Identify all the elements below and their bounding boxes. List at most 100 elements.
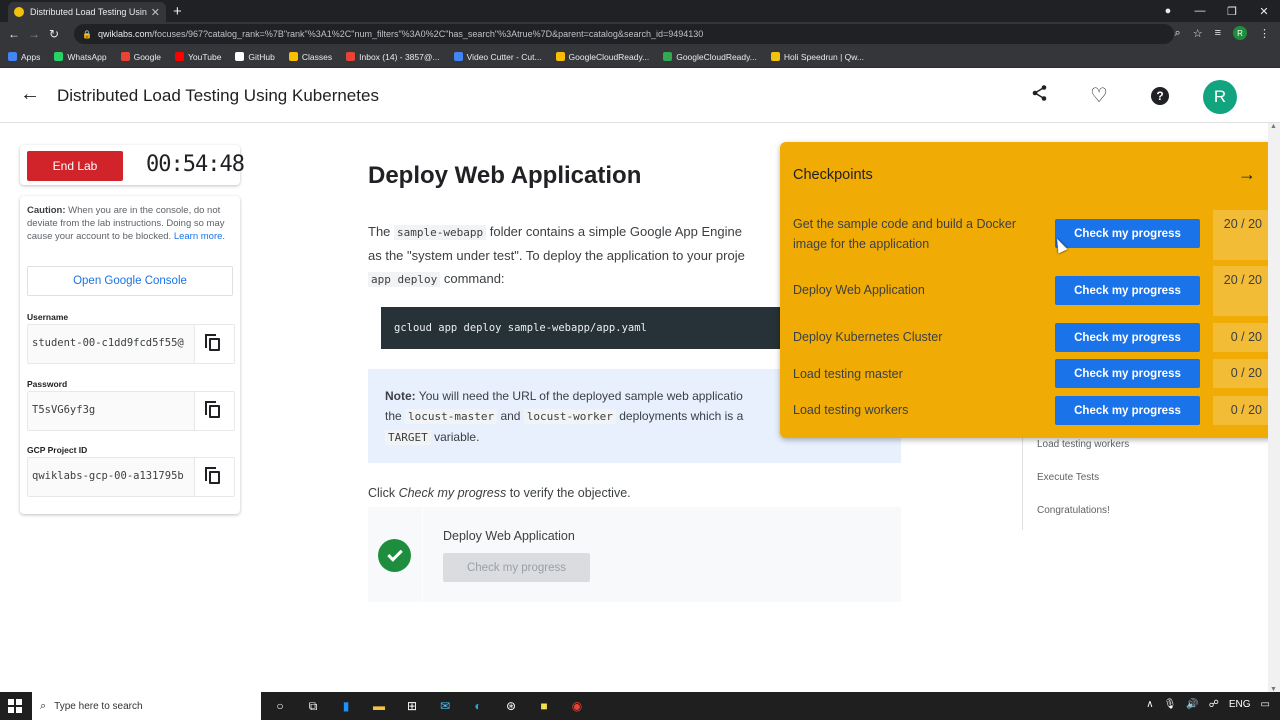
note-body: deployments which is a xyxy=(615,409,744,423)
file-explorer-icon[interactable]: ▬ xyxy=(369,697,389,715)
check-progress-button-5[interactable]: Check my progress xyxy=(1055,396,1200,425)
toc-item-congratulations[interactable]: Congratulations! xyxy=(1037,505,1110,516)
bookmark-label: GoogleCloudReady... xyxy=(676,51,757,62)
microphone-icon[interactable]: 🎙 xyxy=(1164,699,1177,710)
note-body: You will need the URL of the deployed sa… xyxy=(415,389,743,403)
note-text: Note: You will need the URL of the deplo… xyxy=(385,386,785,448)
minimize-icon[interactable]: — xyxy=(1184,5,1216,17)
window-controls: ● — ❐ ✕ xyxy=(1152,0,1280,22)
password-field[interactable]: T5sVG6yf3g xyxy=(27,391,235,431)
url-domain: qwiklabs.com xyxy=(97,29,152,39)
address-bar-row: ← → ↻ 🔒 qwiklabs.com /focuses/967?catalo… xyxy=(0,22,1280,46)
browser-tab-active[interactable]: Distributed Load Testing Using K ✕ xyxy=(8,2,166,22)
bookmarks-bar: Apps WhatsApp Google YouTube GitHub Classes In… xyxy=(0,46,1280,68)
close-window-icon[interactable]: ✕ xyxy=(1248,5,1280,18)
user-avatar[interactable]: R xyxy=(1203,80,1237,114)
checkpoint-score: 20 / 20 xyxy=(1213,210,1268,260)
password-value: T5sVG6yf3g xyxy=(32,404,96,416)
code-block[interactable]: gcloud app deploy sample-webapp/app.yaml xyxy=(381,307,801,349)
back-nav-icon[interactable]: ← xyxy=(4,27,24,41)
bookmark-item[interactable]: YouTube xyxy=(175,52,221,62)
check-progress-button-4[interactable]: Check my progress xyxy=(1055,359,1200,388)
cortana-icon[interactable]: ○ xyxy=(270,697,290,715)
username-field[interactable]: student-00-c1dd9fcd5f55@ xyxy=(27,324,235,364)
bookmark-item[interactable]: GoogleCloudReady... xyxy=(555,51,650,62)
arrow-right-icon[interactable]: → xyxy=(1238,164,1256,185)
taskbar-search-input[interactable]: ⌕ Type here to search xyxy=(32,692,261,720)
back-arrow-icon[interactable]: ← xyxy=(20,83,40,106)
bookmark-item[interactable]: WhatsApp xyxy=(54,52,107,62)
check-progress-button-disabled[interactable]: Check my progress xyxy=(443,553,590,582)
media-icon[interactable]: ≡ xyxy=(1215,27,1221,39)
bookmark-label: Video Cutter - Cut... xyxy=(466,51,542,62)
bookmark-item[interactable]: GitHub xyxy=(235,52,275,62)
zoom-icon[interactable]: ⌕ xyxy=(1175,27,1181,40)
end-lab-button[interactable]: End Lab xyxy=(27,151,123,181)
bookmark-favicon-icon xyxy=(235,52,245,61)
profile-avatar[interactable]: R xyxy=(1233,26,1247,40)
bookmark-item[interactable]: GoogleCloudReady... xyxy=(663,52,757,62)
tray-chevron-icon[interactable]: ∧ xyxy=(1146,699,1153,710)
store-icon[interactable]: ⊞ xyxy=(402,697,422,715)
restore-icon[interactable]: ❐ xyxy=(1216,5,1248,18)
bookmark-item[interactable]: Holi Speedrun | Qw... xyxy=(770,52,864,62)
bookmark-item[interactable]: Inbox (14) - 3857@... xyxy=(346,52,440,62)
checkpoint-label: Load testing workers xyxy=(793,403,909,417)
sticky-notes-icon[interactable]: ■ xyxy=(534,697,554,715)
volume-icon[interactable]: 🔊 xyxy=(1186,699,1198,710)
favorite-heart-icon[interactable]: ♡ xyxy=(1090,83,1108,108)
checkpoint-label: Deploy Web Application xyxy=(793,283,925,297)
settings-app-icon[interactable]: ⊛ xyxy=(501,697,521,715)
inline-code: TARGET xyxy=(385,430,431,445)
bookmark-item[interactable]: Classes xyxy=(288,52,332,62)
close-tab-icon[interactable]: ✕ xyxy=(151,6,160,19)
learn-more-link[interactable]: Learn more. xyxy=(174,231,225,242)
bookmark-favicon-icon xyxy=(663,52,673,61)
share-icon[interactable] xyxy=(1031,84,1049,107)
bookmark-favicon-icon xyxy=(770,52,780,61)
para-text: as the "system under test". To deploy th… xyxy=(368,248,745,263)
bookmark-item[interactable]: Google xyxy=(120,51,162,62)
task-view-icon[interactable]: ⧉ xyxy=(303,697,323,715)
toc-item-execute-tests[interactable]: Execute Tests xyxy=(1037,472,1099,483)
url-input[interactable]: 🔒 qwiklabs.com /focuses/967?catalog_rank… xyxy=(74,24,1174,44)
copy-username-button[interactable] xyxy=(194,325,234,363)
bookmark-label: Google xyxy=(133,51,162,62)
open-google-console-button[interactable]: Open Google Console xyxy=(27,266,233,296)
page-scrollbar[interactable] xyxy=(1268,123,1280,693)
section-heading: Deploy Web Application xyxy=(368,162,642,189)
menu-kebab-icon[interactable]: ⋮ xyxy=(1259,27,1270,40)
check-progress-button-2[interactable]: Check my progress xyxy=(1055,276,1200,305)
project-id-field[interactable]: qwiklabs-gcp-00-a131795b xyxy=(27,457,235,497)
mail-icon[interactable]: ✉ xyxy=(435,697,455,715)
windows-start-icon[interactable] xyxy=(8,699,22,713)
bookmark-label: GoogleCloudReady... xyxy=(568,51,650,62)
copy-project-id-button[interactable] xyxy=(194,458,234,496)
phone-app-icon[interactable]: ▮ xyxy=(336,697,356,715)
caution-text: Caution: When you are in the console, do… xyxy=(27,204,233,243)
bookmark-favicon-icon xyxy=(453,52,463,61)
checkpoint-score: 0 / 20 xyxy=(1213,323,1268,352)
bookmark-star-icon[interactable]: ☆ xyxy=(1193,27,1203,40)
bookmark-favicon-icon xyxy=(346,52,356,61)
instruction-emphasis: Check my progress xyxy=(398,486,507,500)
reload-icon[interactable]: ↻ xyxy=(44,27,64,41)
check-progress-button-3[interactable]: Check my progress xyxy=(1055,323,1200,352)
toc-item-load-testing-workers[interactable]: Load testing workers xyxy=(1037,439,1129,450)
profile-indicator-icon[interactable]: ● xyxy=(1152,5,1184,17)
copy-password-button[interactable] xyxy=(194,392,234,430)
bookmark-item[interactable]: Video Cutter - Cut... xyxy=(453,51,542,62)
edge-icon[interactable]: ◐ xyxy=(468,697,488,715)
bookmark-item[interactable]: Apps xyxy=(8,52,40,62)
bookmark-favicon-icon xyxy=(288,52,298,61)
checkmark-icon xyxy=(378,539,411,572)
forward-nav-icon[interactable]: → xyxy=(24,27,44,41)
network-icon[interactable]: ☍ xyxy=(1209,699,1219,710)
help-icon[interactable]: ? xyxy=(1151,87,1169,105)
lang-indicator[interactable]: ENG xyxy=(1229,699,1251,710)
new-tab-button[interactable]: + xyxy=(173,3,182,20)
notifications-icon[interactable]: ▭ xyxy=(1261,699,1270,710)
check-progress-button-1[interactable]: Check my progress xyxy=(1055,219,1200,248)
checkpoint-score: 20 / 20 xyxy=(1213,266,1268,316)
chrome-icon[interactable]: ◉ xyxy=(567,697,587,715)
